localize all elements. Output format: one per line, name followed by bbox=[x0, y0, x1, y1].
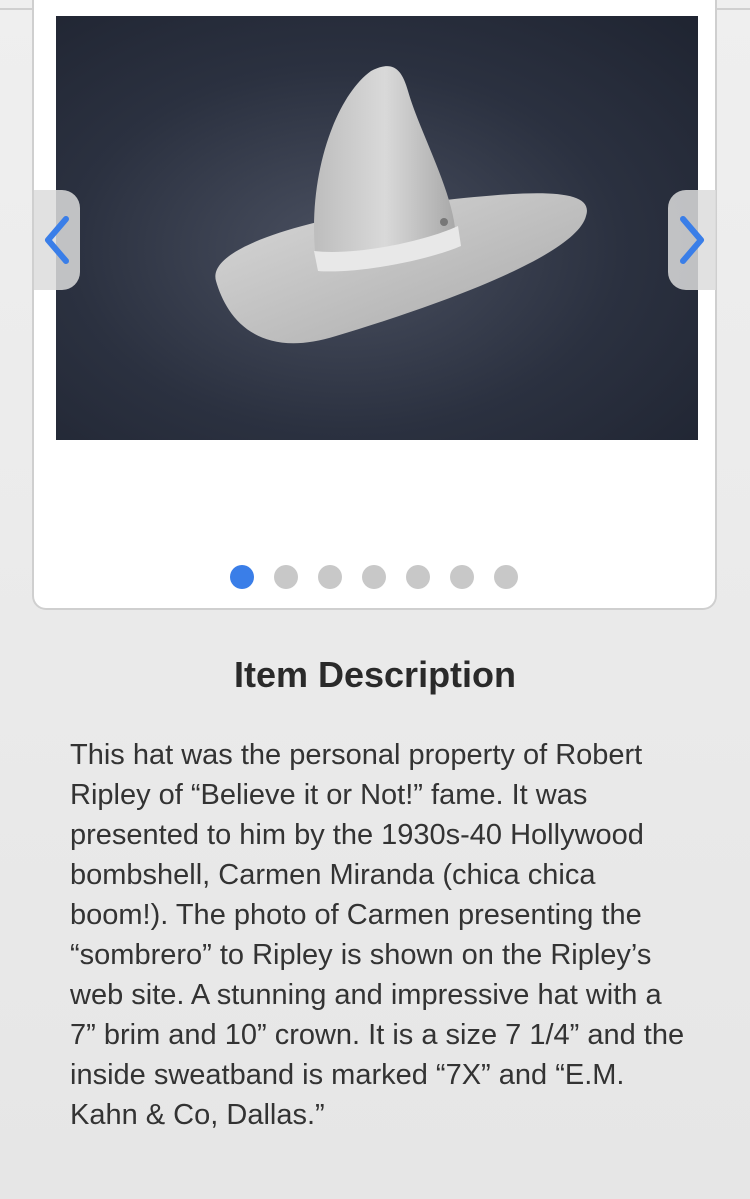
next-image-button[interactable] bbox=[668, 190, 716, 290]
item-photo[interactable] bbox=[56, 16, 698, 440]
pagination-dots bbox=[230, 565, 538, 589]
item-description-text: This hat was the personal property of Ro… bbox=[70, 739, 685, 1131]
image-gallery-card bbox=[32, 0, 717, 610]
page-dot-7[interactable] bbox=[494, 565, 518, 589]
page-dot-5[interactable] bbox=[406, 565, 430, 589]
page-dot-6[interactable] bbox=[450, 565, 474, 589]
chevron-left-icon bbox=[45, 216, 69, 264]
page-dot-1[interactable] bbox=[230, 565, 254, 589]
previous-image-button[interactable] bbox=[34, 190, 80, 290]
page-dot-4[interactable] bbox=[362, 565, 386, 589]
hat-illustration bbox=[215, 66, 587, 344]
chevron-right-icon bbox=[680, 216, 704, 264]
section-heading: Item Description bbox=[233, 654, 517, 695]
page-dot-3[interactable] bbox=[318, 565, 342, 589]
page-dot-2[interactable] bbox=[274, 565, 298, 589]
